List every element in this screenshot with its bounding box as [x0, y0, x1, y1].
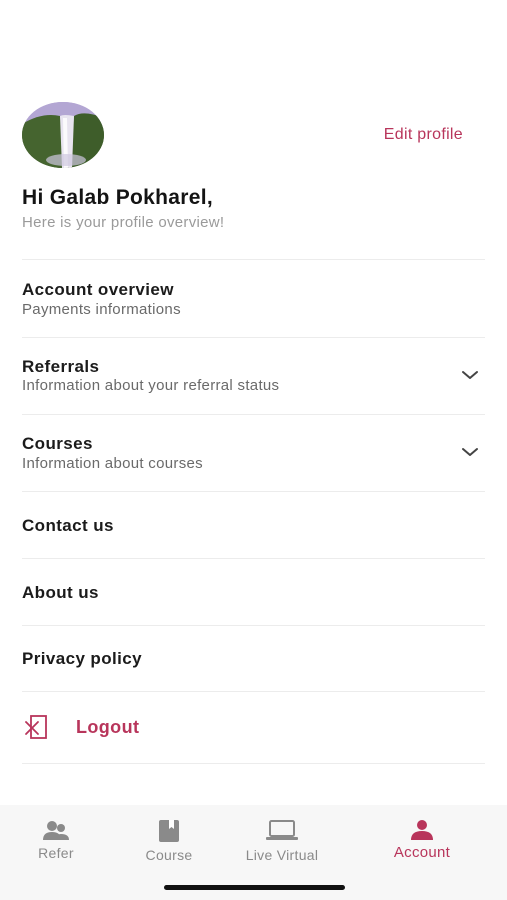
users-icon [43, 821, 69, 840]
edit-profile-button[interactable]: Edit profile [384, 126, 463, 144]
menu-item-title: Contact us [22, 516, 114, 535]
nav-label: Account [393, 844, 451, 861]
menu-item-account-overview[interactable]: Account overview Payments informations [0, 260, 507, 337]
menu-item-subtitle: Information about your referral status [22, 377, 280, 394]
menu-item-title: Referrals [22, 357, 100, 376]
menu-item-privacy-policy[interactable]: Privacy policy [0, 626, 507, 691]
nav-label: Live Virtual [245, 847, 319, 863]
divider [22, 763, 485, 764]
greeting-subtitle: Here is your profile overview! [22, 214, 225, 231]
nav-tab-course[interactable]: Course [130, 805, 208, 875]
logout-icon[interactable] [24, 714, 52, 740]
person-icon [411, 820, 433, 840]
menu-item-contact-us[interactable]: Contact us [0, 492, 507, 558]
nav-tab-refer[interactable]: Refer [18, 805, 94, 875]
logout-label[interactable]: Logout [76, 717, 139, 738]
menu-item-subtitle: Information about courses [22, 455, 203, 472]
book-icon [159, 820, 179, 842]
chevron-down-icon[interactable] [461, 446, 479, 458]
menu-item-about-us[interactable]: About us [0, 559, 507, 625]
avatar-waterfall-image [22, 102, 104, 168]
menu-item-subtitle: Payments informations [22, 301, 181, 318]
nav-label: Refer [38, 845, 74, 861]
nav-tab-account[interactable]: Account [376, 805, 468, 875]
menu-item-title: About us [22, 583, 99, 602]
nav-tab-live-virtual[interactable]: Live Virtual [232, 805, 332, 875]
laptop-icon [266, 820, 298, 840]
menu-item-referrals[interactable]: Referrals Information about your referra… [0, 338, 507, 414]
chevron-down-icon[interactable] [461, 369, 479, 381]
menu-item-courses[interactable]: Courses Information about courses [0, 415, 507, 491]
home-indicator [164, 885, 345, 890]
menu-item-title: Privacy policy [22, 649, 142, 668]
menu-item-title: Courses [22, 434, 93, 453]
menu-item-title: Account overview [22, 280, 174, 299]
greeting-title: Hi Galab Pokharel, [22, 186, 213, 209]
avatar[interactable] [22, 102, 104, 168]
nav-label: Course [145, 847, 193, 863]
